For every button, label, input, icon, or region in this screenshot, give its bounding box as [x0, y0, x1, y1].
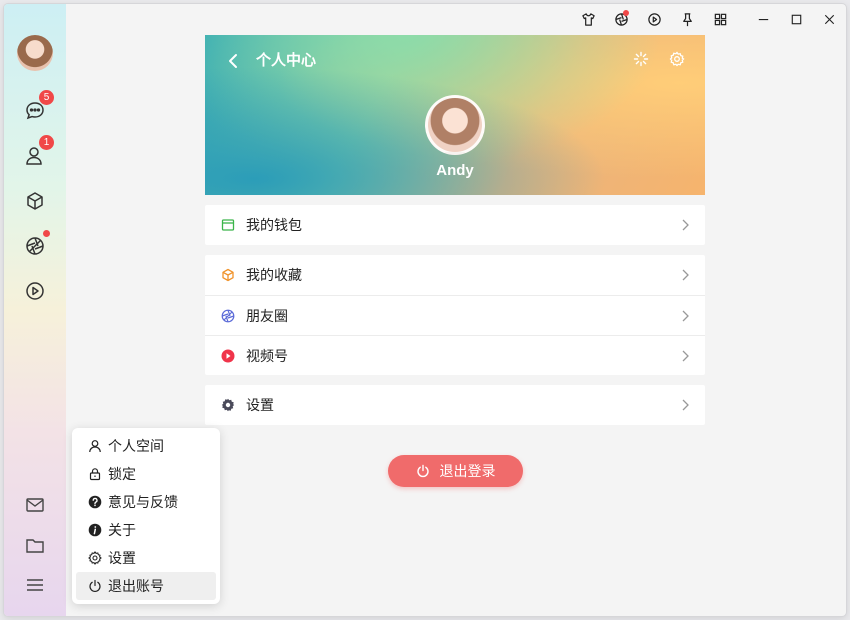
- popup-item-label: 个人空间: [108, 438, 164, 454]
- popup-item-feedback[interactable]: 意见与反馈: [76, 488, 216, 516]
- wallet-card: 我的钱包: [205, 205, 705, 245]
- chevron-right-icon: [682, 310, 689, 322]
- menu-row-moments[interactable]: 朋友圈: [205, 295, 705, 335]
- pin-button[interactable]: [671, 4, 704, 34]
- titlebar-dot: [623, 10, 629, 16]
- gear-icon: [88, 551, 102, 565]
- sidebar-item-channels[interactable]: [20, 276, 50, 306]
- mail-icon: [26, 498, 44, 512]
- menu-row-label: 我的钱包: [246, 217, 302, 233]
- chevron-right-icon: [682, 350, 689, 362]
- popup-item-label: 设置: [108, 550, 136, 566]
- menu-row-settings[interactable]: 设置: [205, 385, 705, 425]
- profile-avatar[interactable]: [425, 95, 485, 155]
- play-circle-icon: [26, 282, 44, 300]
- minimize-icon: [758, 18, 769, 20]
- apps-button[interactable]: [704, 4, 737, 34]
- sidebar-item-contacts[interactable]: 1: [20, 135, 54, 171]
- play-circle-icon: [221, 349, 235, 362]
- lock-icon: [89, 468, 101, 481]
- sidebar-item-favorites[interactable]: [20, 186, 50, 216]
- skin-button[interactable]: [572, 4, 605, 34]
- power-icon: [416, 464, 429, 478]
- contacts-badge: 1: [39, 135, 54, 150]
- logout-button-label: 退出登录: [439, 463, 496, 479]
- sidebar-item-folder[interactable]: [20, 530, 50, 560]
- wallet-icon: [221, 219, 235, 231]
- sidebar-item-menu[interactable]: [20, 570, 50, 600]
- app-window: 5 1 个人中心 Andy 我的钱包 我的收藏 朋友圈 视频号 设置 退出登录 …: [4, 4, 846, 616]
- hamburger-menu-icon: [27, 579, 43, 591]
- aperture-icon: [26, 237, 44, 255]
- popup-item-lock[interactable]: 锁定: [76, 460, 216, 488]
- profile-banner: 个人中心 Andy: [205, 35, 705, 195]
- banner-settings-button[interactable]: [667, 49, 687, 69]
- play-circle-icon: [648, 12, 661, 26]
- menu-row-channels[interactable]: 视频号: [205, 335, 705, 375]
- menu-row-wallet[interactable]: 我的钱包: [205, 205, 705, 245]
- account-popup-menu: 个人空间 锁定 意见与反馈 关于 设置 退出账号: [72, 428, 220, 604]
- sidebar: 5 1: [4, 4, 66, 616]
- sidebar-item-chat[interactable]: 5: [20, 90, 54, 126]
- sidebar-item-mail[interactable]: [20, 490, 50, 520]
- chevron-right-icon: [682, 269, 689, 281]
- info-icon: [88, 523, 102, 537]
- popup-item-about[interactable]: 关于: [76, 516, 216, 544]
- chevron-right-icon: [682, 399, 689, 411]
- pin-icon: [683, 12, 692, 26]
- cube-icon: [27, 192, 43, 210]
- gear-icon: [221, 398, 235, 412]
- popup-item-label: 关于: [108, 522, 136, 538]
- page-title: 个人中心: [256, 52, 317, 69]
- minimize-button[interactable]: [747, 4, 780, 34]
- popup-item-label: 退出账号: [108, 578, 164, 594]
- folder-icon: [26, 539, 44, 553]
- user-icon: [89, 440, 101, 453]
- menu-row-label: 我的收藏: [246, 267, 302, 283]
- popup-item-sign-out[interactable]: 退出账号: [76, 572, 216, 600]
- close-button[interactable]: [813, 4, 846, 34]
- chevron-left-icon: [229, 54, 237, 68]
- question-icon: [88, 495, 102, 509]
- close-icon: [824, 14, 835, 24]
- menu-row-favorites[interactable]: 我的收藏: [205, 255, 705, 295]
- gear-icon: [669, 51, 685, 67]
- loading-spinner-icon: [633, 51, 649, 67]
- title-bar: [572, 4, 846, 34]
- moments-dot: [43, 230, 50, 237]
- grid-icon: [714, 13, 727, 25]
- back-button[interactable]: [227, 51, 245, 71]
- popup-item-settings[interactable]: 设置: [76, 544, 216, 572]
- chevron-right-icon: [682, 219, 689, 231]
- cube-icon: [222, 268, 234, 282]
- popup-item-label: 锁定: [108, 466, 136, 482]
- popup-item-label: 意见与反馈: [108, 494, 178, 510]
- logout-button[interactable]: 退出登录: [388, 455, 523, 487]
- loading-button[interactable]: [631, 49, 651, 69]
- favorites-card: 我的收藏 朋友圈 视频号: [205, 255, 705, 375]
- channels-titlebar-button[interactable]: [638, 4, 671, 34]
- moments-titlebar-button[interactable]: [605, 4, 638, 34]
- menu-row-label: 设置: [246, 397, 274, 413]
- settings-card: 设置: [205, 385, 705, 425]
- unread-badge: 5: [39, 90, 54, 105]
- popup-item-profile-space[interactable]: 个人空间: [76, 432, 216, 460]
- sidebar-item-moments[interactable]: [20, 230, 50, 261]
- menu-row-label: 朋友圈: [246, 307, 288, 324]
- profile-name: Andy: [436, 162, 474, 179]
- maximize-icon: [791, 14, 802, 24]
- shirt-icon: [582, 12, 595, 26]
- maximize-button[interactable]: [780, 4, 813, 34]
- power-icon: [89, 579, 101, 593]
- menu-row-label: 视频号: [246, 347, 288, 364]
- sidebar-avatar[interactable]: [17, 35, 53, 71]
- aperture-icon: [221, 309, 235, 322]
